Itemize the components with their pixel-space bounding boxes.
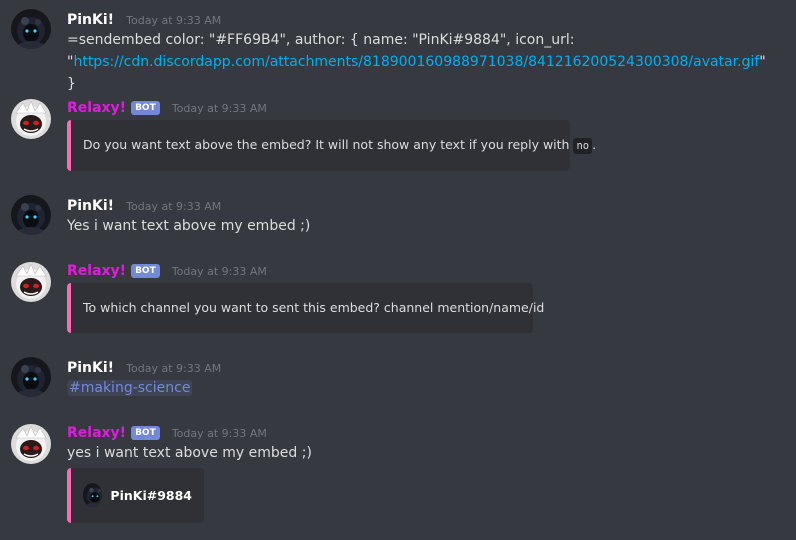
username[interactable]: Relaxy!	[67, 263, 126, 279]
inline-code: no	[573, 138, 593, 154]
pinki-avatar-icon[interactable]	[11, 357, 51, 397]
relaxy-avatar-icon[interactable]	[11, 262, 51, 302]
username[interactable]: PinKi!	[67, 198, 114, 214]
attachment-link[interactable]: https://cdn.discordapp.com/attachments/8…	[73, 54, 759, 70]
embed: Do you want text above the embed? It wil…	[67, 120, 597, 171]
embed-author: PinKi#9884	[83, 483, 192, 507]
timestamp: Today at 9:33 AM	[126, 362, 222, 375]
timestamp: Today at 9:33 AM	[126, 200, 222, 213]
message-text: #making-science	[67, 377, 777, 399]
message-text: =sendembed color: "#FF69B4", author: { n…	[67, 32, 766, 92]
username[interactable]: PinKi!	[67, 360, 114, 376]
embed: PinKi#9884	[67, 468, 204, 523]
embed-description: Do you want text above the embed? It wil…	[83, 137, 597, 154]
relaxy-avatar-icon[interactable]	[11, 99, 51, 139]
bot-badge: BOT	[131, 101, 160, 115]
username[interactable]: Relaxy!	[67, 100, 126, 116]
timestamp: Today at 9:33 AM	[171, 265, 267, 278]
message-text: yes i want text above my embed ;)	[67, 445, 312, 461]
username[interactable]: PinKi!	[67, 12, 114, 28]
timestamp: Today at 9:33 AM	[126, 14, 222, 27]
message-text: Yes i want text above my embed ;)	[67, 218, 311, 234]
relaxy-avatar-icon[interactable]	[11, 424, 51, 464]
channel-mention[interactable]: #making-science	[67, 380, 193, 396]
pinki-avatar-icon	[83, 483, 102, 507]
embed-description: To which channel you want to sent this e…	[83, 300, 545, 315]
timestamp: Today at 9:33 AM	[171, 427, 267, 440]
bot-badge: BOT	[131, 264, 160, 278]
embed: To which channel you want to sent this e…	[67, 283, 545, 333]
timestamp: Today at 9:33 AM	[171, 102, 267, 115]
username[interactable]: Relaxy!	[67, 425, 126, 441]
pinki-avatar-icon[interactable]	[11, 9, 51, 49]
pinki-avatar-icon[interactable]	[11, 195, 51, 235]
bot-badge: BOT	[131, 426, 160, 440]
embed-author-name: PinKi#9884	[110, 487, 192, 503]
